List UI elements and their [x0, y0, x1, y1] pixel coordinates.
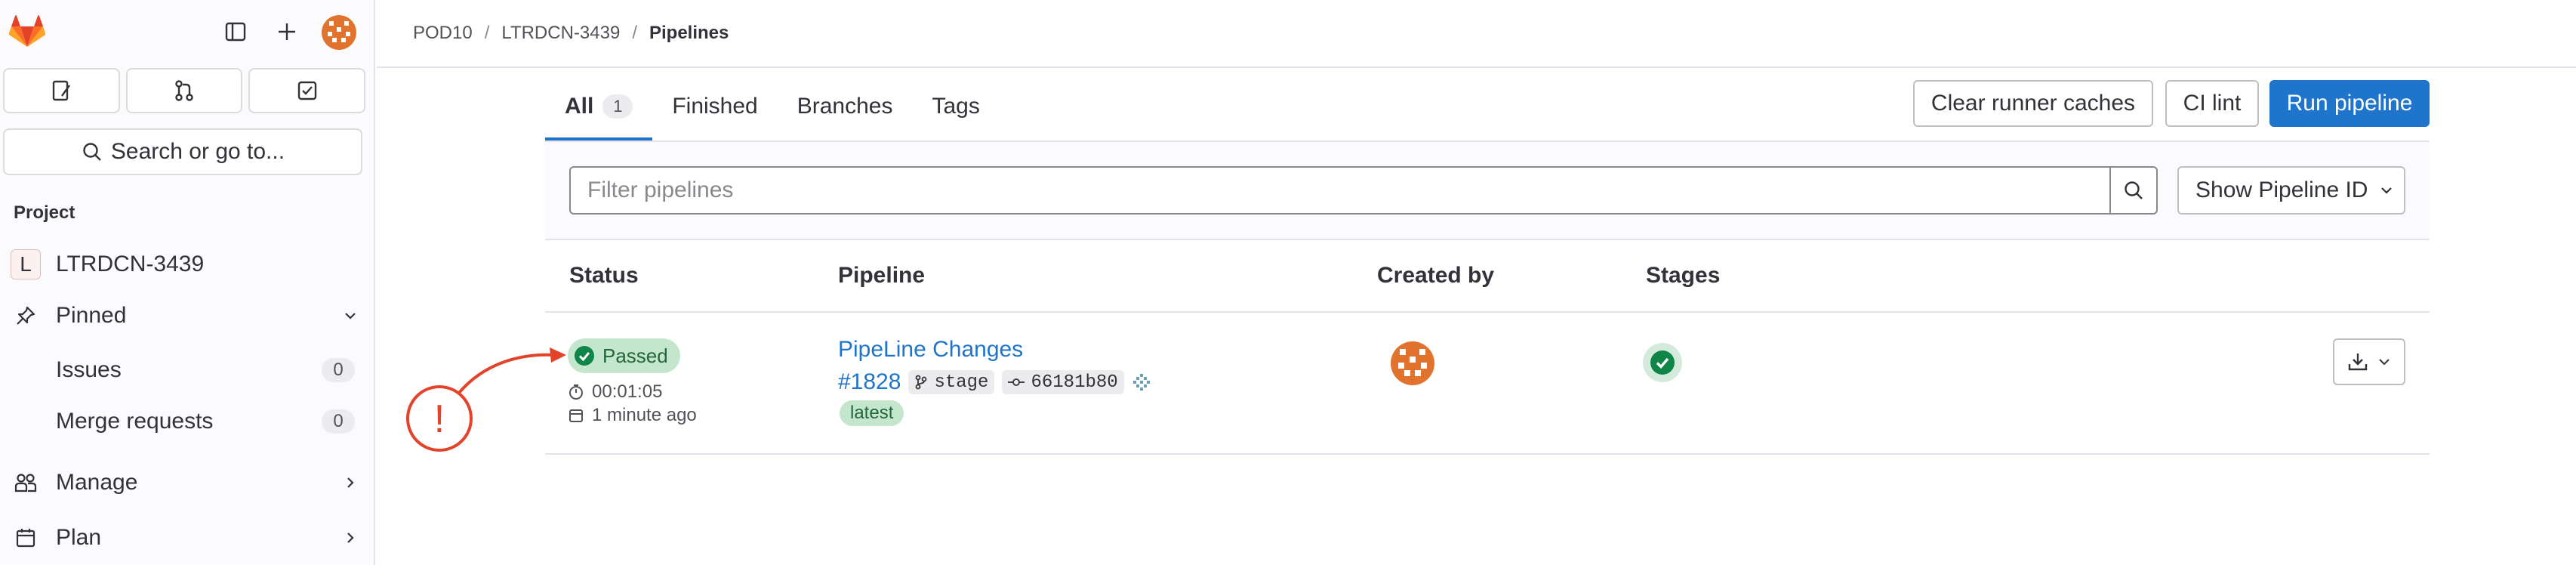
- breadcrumb-current[interactable]: Pipelines: [649, 23, 729, 44]
- breadcrumb-group-link[interactable]: POD10: [413, 23, 473, 44]
- sidebar-item-label: Issues: [56, 357, 122, 382]
- thumbtack-icon: [17, 306, 35, 325]
- chevron-down-icon: [345, 313, 356, 320]
- todo-list-button[interactable]: [248, 68, 366, 113]
- sidebar-section-title: Project: [14, 202, 75, 223]
- sidebar-item-issues[interactable]: Issues 0: [0, 347, 365, 394]
- identicon-icon: [322, 15, 356, 50]
- filter-pipelines-input[interactable]: Filter pipelines: [569, 166, 2111, 215]
- merge-request-icon: [175, 80, 193, 101]
- table-header-divider: [545, 311, 2430, 313]
- run-pipeline-button[interactable]: Run pipeline: [2269, 80, 2430, 127]
- tab-label: All: [565, 94, 594, 119]
- commit-sha: 66181b80: [1031, 372, 1118, 393]
- chevron-right-icon: [347, 533, 354, 543]
- branch-icon: [916, 375, 927, 390]
- column-header-created-by: Created by: [1377, 263, 1495, 288]
- pipeline-identifiers: #1828 stage 66181b80: [838, 367, 1151, 397]
- pipeline-tabs: All 1 Finished Branches Tags: [545, 73, 1000, 140]
- breadcrumb-project-link[interactable]: LTRDCN-3439: [501, 23, 620, 44]
- pipeline-id-type-dropdown[interactable]: Show Pipeline ID: [2177, 166, 2405, 215]
- sidebar-item-manage[interactable]: Manage: [6, 459, 365, 506]
- project-name: LTRDCN-3439: [56, 252, 205, 276]
- ci-lint-button[interactable]: CI lint: [2165, 80, 2259, 127]
- breadcrumb: POD10 / LTRDCN-3439 / Pipelines: [377, 0, 2576, 68]
- plus-icon: [279, 23, 295, 40]
- tab-branches[interactable]: Branches: [778, 73, 913, 140]
- merge-requests-button[interactable]: [125, 68, 243, 113]
- ref-name: stage: [934, 372, 989, 393]
- tab-count-badge: 1: [602, 94, 633, 119]
- download-icon: [2348, 354, 2368, 371]
- sidebar-item-label: Manage: [56, 470, 138, 495]
- pipeline-commit-sha-link[interactable]: 66181b80: [1002, 370, 1124, 394]
- column-header-status: Status: [569, 263, 639, 288]
- tab-finished[interactable]: Finished: [652, 73, 777, 140]
- sidebar-quick-actions: [3, 68, 366, 113]
- sidebar-header: [0, 0, 375, 63]
- sidebar-item-label: Plan: [56, 525, 102, 550]
- sidebar-toggle-icon: [225, 22, 246, 42]
- sidebar-item-merge-requests[interactable]: Merge requests 0: [0, 398, 365, 445]
- pipeline-commit-title-link[interactable]: PipeLine Changes: [838, 337, 1023, 363]
- tab-label: Finished: [672, 94, 758, 119]
- users-icon: [14, 474, 37, 492]
- search-go-to-button[interactable]: Search or go to...: [3, 128, 362, 175]
- tab-label: Tags: [932, 94, 980, 119]
- issues-icon: [53, 80, 71, 101]
- breadcrumb-separator: /: [632, 23, 637, 43]
- gitlab-logo-icon[interactable]: [9, 15, 45, 48]
- sidebar-item-label: Merge requests: [56, 409, 214, 434]
- latest-pipeline-badge: latest: [840, 400, 904, 426]
- create-new-button[interactable]: [270, 15, 304, 48]
- sidebar-project-link[interactable]: L LTRDCN-3439: [6, 241, 365, 288]
- assigned-issues-button[interactable]: [3, 68, 120, 113]
- pipeline-ref-link[interactable]: stage: [908, 370, 995, 394]
- sidebar-item-label: Pinned: [56, 303, 127, 328]
- column-header-stages: Stages: [1646, 263, 1721, 288]
- search-go-to-label: Search or go to...: [110, 139, 285, 164]
- merge-requests-count-badge: 0: [322, 409, 355, 434]
- annotation-symbol: !: [434, 397, 445, 441]
- project-avatar: L: [11, 249, 41, 279]
- column-header-pipeline: Pipeline: [838, 263, 926, 288]
- sidebar-toggle-button[interactable]: [219, 15, 252, 48]
- clear-runner-caches-button[interactable]: Clear runner caches: [1913, 80, 2153, 127]
- table-row-divider: [545, 453, 2430, 455]
- search-icon: [2125, 181, 2143, 199]
- download-artifacts-dropdown[interactable]: [2333, 338, 2405, 385]
- left-sidebar: Search or go to... Project L LTRDCN-3439…: [0, 0, 375, 565]
- annotation-arrow-callout: !: [406, 347, 566, 452]
- tab-all[interactable]: All 1: [545, 73, 653, 140]
- tab-tags[interactable]: Tags: [913, 73, 1000, 140]
- search-icon: [83, 143, 101, 161]
- tab-label: Branches: [797, 94, 893, 119]
- stage-status-button[interactable]: [1643, 343, 1682, 382]
- stage-success-icon: [1650, 350, 1675, 375]
- commit-author-avatar-icon[interactable]: [1131, 372, 1151, 392]
- dropdown-selected-label: Show Pipeline ID: [2195, 178, 2368, 202]
- planning-icon: [16, 529, 35, 548]
- breadcrumb-separator: /: [484, 23, 490, 43]
- sidebar-item-plan[interactable]: Plan: [6, 514, 365, 561]
- commit-icon: [1008, 378, 1025, 386]
- sidebar-item-pinned[interactable]: Pinned: [6, 292, 365, 339]
- filter-search-button[interactable]: [2109, 166, 2158, 215]
- issues-count-badge: 0: [322, 358, 355, 382]
- identicon-icon: [1391, 341, 1434, 385]
- creator-avatar[interactable]: [1391, 341, 1434, 385]
- chevron-right-icon: [347, 477, 354, 488]
- chevron-down-icon: [2379, 359, 2390, 366]
- todo-checkbox-icon: [297, 81, 316, 100]
- user-avatar[interactable]: [322, 15, 356, 50]
- pipeline-id-link[interactable]: #1828: [838, 369, 901, 395]
- chevron-down-icon: [2381, 187, 2393, 194]
